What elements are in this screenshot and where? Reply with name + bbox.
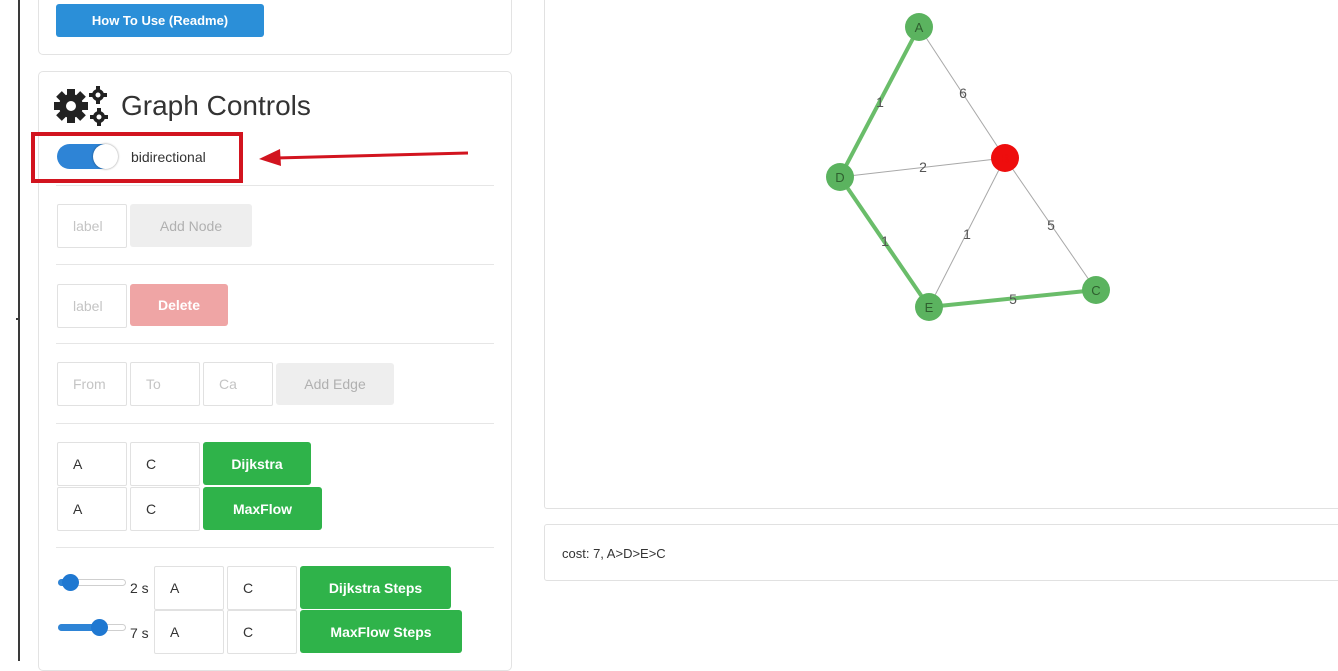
result-text: cost: 7, A>D>E>C bbox=[562, 546, 666, 561]
edge-weight-label: 5 bbox=[1047, 217, 1055, 233]
graph-node-label: D bbox=[835, 170, 844, 185]
edge-weight-label: 5 bbox=[1009, 291, 1017, 307]
edge-weight-label: 1 bbox=[876, 94, 884, 110]
graph-node-label: B bbox=[1001, 151, 1010, 166]
graph-node-label: A bbox=[915, 20, 924, 35]
edge-weight-label: 6 bbox=[959, 85, 967, 101]
graph-node-label: E bbox=[925, 300, 934, 315]
graph-node-label: C bbox=[1091, 283, 1100, 298]
edge-weight-label: 2 bbox=[919, 159, 927, 175]
edge-weight-label: 1 bbox=[881, 233, 889, 249]
edge-weight-label: 1 bbox=[963, 226, 971, 242]
